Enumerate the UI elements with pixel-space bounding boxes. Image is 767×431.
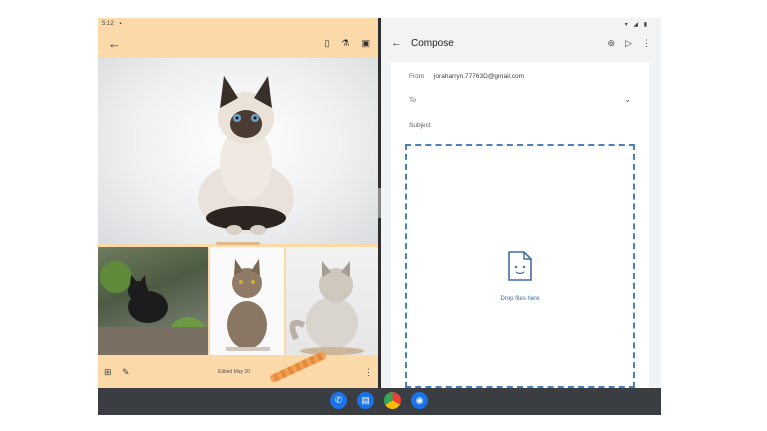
camera-app-icon[interactable]: ◉ xyxy=(411,392,428,409)
hero-photo[interactable] xyxy=(98,58,378,244)
gallery-bottom-bar: ⊞ ✎ Edited May 20 ⋮ xyxy=(98,355,378,388)
from-row: From joraharryn.77763D@gmail.com xyxy=(409,73,524,80)
compose-pane: ▾ ◢ ▮ ← Compose ⊚ ▷ ⋮ From joraharryn.77… xyxy=(381,18,661,388)
compose-toolbar: ← Compose ⊚ ▷ ⋮ xyxy=(381,30,661,58)
compose-back-button[interactable]: ← xyxy=(391,37,402,49)
chevron-down-icon[interactable]: ⌄ xyxy=(624,95,631,104)
status-bar-left: 5:12 ▪ xyxy=(98,18,378,30)
info-icon[interactable]: ▣ xyxy=(361,38,370,49)
lens-icon[interactable]: ⚗ xyxy=(341,38,349,49)
compose-actions: ⊚ ▷ ⋮ xyxy=(608,38,651,49)
siamese-kitten-image xyxy=(198,76,294,235)
to-label: To xyxy=(409,97,416,104)
status-bar-right: ▾ ◢ ▮ xyxy=(624,22,649,28)
drop-zone[interactable]: Drop files here xyxy=(405,144,635,388)
thumbnail-fluffy-cat[interactable] xyxy=(286,247,378,355)
photo-divider xyxy=(216,242,260,245)
overflow-menu-icon[interactable]: ⋮ xyxy=(642,38,651,49)
app-dock: ✆ ▤ ◉ xyxy=(330,392,428,409)
edit-icon[interactable]: ✎ xyxy=(122,367,130,378)
phone-app-icon[interactable]: ✆ xyxy=(330,392,347,409)
gallery-back-button[interactable]: ← xyxy=(108,36,121,51)
sim-icon: ▪ xyxy=(119,21,122,27)
tabby-cat-image xyxy=(226,259,270,351)
status-time: 5:12 xyxy=(102,21,114,27)
send-icon[interactable]: ▷ xyxy=(625,38,632,49)
chrome-app-icon[interactable] xyxy=(384,392,401,409)
to-field[interactable]: To ⌄ xyxy=(409,95,631,104)
thumbnail-strip xyxy=(98,247,378,355)
thumbnail-tabby-cat[interactable] xyxy=(210,247,284,355)
photo-date: Edited May 20 xyxy=(218,369,250,375)
more-icon[interactable]: ⋮ xyxy=(364,367,373,378)
thumbnail-black-cat[interactable] xyxy=(98,247,208,355)
subject-field[interactable]: Subject xyxy=(409,122,431,129)
from-value[interactable]: joraharryn.77763D@gmail.com xyxy=(434,73,524,80)
gallery-pane: 5:12 ▪ ← ▯ ⚗ ▣ ⊞ ✎ Edited May 20 ⋮ xyxy=(98,18,378,388)
fluffy-cat-image xyxy=(289,261,364,355)
add-icon[interactable]: ⊞ xyxy=(104,367,112,378)
taskbar: ✆ ▤ ◉ xyxy=(98,388,661,415)
black-cat-image xyxy=(98,261,208,355)
cast-icon[interactable]: ▯ xyxy=(324,38,329,49)
compose-title: Compose xyxy=(411,38,454,49)
subject-label: Subject xyxy=(409,122,431,129)
gallery-toolbar: ← ▯ ⚗ ▣ xyxy=(98,30,378,58)
messages-app-icon[interactable]: ▤ xyxy=(357,392,374,409)
tablet-screen: 5:12 ▪ ← ▯ ⚗ ▣ ⊞ ✎ Edited May 20 ⋮ ▾ ◢ ▮… xyxy=(98,18,661,415)
from-label: From xyxy=(409,73,425,80)
file-icon xyxy=(508,251,532,281)
gallery-actions: ▯ ⚗ ▣ xyxy=(324,38,370,49)
attach-icon[interactable]: ⊚ xyxy=(608,38,616,49)
drop-files-label: Drop files here xyxy=(500,296,540,302)
compose-form: From joraharryn.77763D@gmail.com To ⌄ Su… xyxy=(391,62,649,388)
